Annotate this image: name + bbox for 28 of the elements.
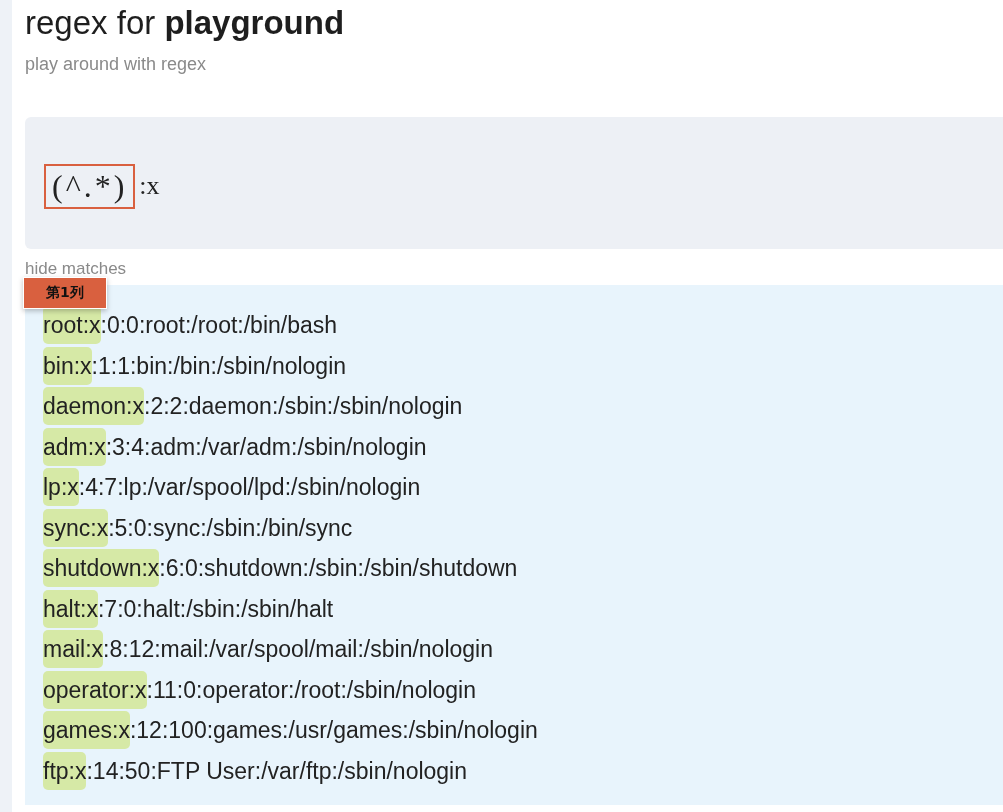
match-highlight: halt:x: [43, 589, 98, 628]
match-highlight: ftp:x: [43, 751, 87, 790]
match-highlight: games:x: [43, 711, 130, 750]
regex-literal: :x: [138, 171, 160, 201]
line-text: :7:0:halt:/sbin:/sbin/halt: [98, 594, 334, 624]
line-text: :5:0:sync:/sbin:/bin/sync: [108, 513, 353, 543]
match-highlight: adm:x: [43, 427, 106, 466]
match-highlight: shutdown:x: [43, 549, 160, 588]
line-text: :12:100:games:/usr/games:/sbin/nologin: [129, 716, 538, 746]
line-text: :6:0:shutdown:/sbin:/sbin/shutdown: [159, 554, 518, 584]
regex-group[interactable]: (^.*): [44, 163, 136, 209]
page-subtitle: play around with regex: [25, 54, 208, 75]
match-highlight: bin:x: [43, 346, 92, 385]
line-text: :3:4:adm:/var/adm:/sbin/nologin: [105, 432, 427, 462]
line-text: :0:0:root:/root:/bin/bash: [100, 311, 338, 341]
page-title: regex for playground: [25, 4, 346, 42]
match-highlight: mail:x: [43, 630, 104, 669]
match-highlight: lp:x: [43, 468, 79, 507]
line-text: :11:0:operator:/root:/sbin/nologin: [146, 675, 477, 705]
line-text: :4:7:lp:/var/spool/lpd:/sbin/nologin: [78, 473, 421, 503]
match-highlight: operator:x: [43, 670, 147, 709]
line-text: :8:12:mail:/var/spool/mail:/sbin/nologin: [103, 635, 493, 665]
match-highlight: daemon:x: [43, 387, 144, 426]
line-text: :1:1:bin:/bin:/sbin/nologin: [91, 351, 347, 381]
match-highlight: sync:x: [43, 508, 109, 547]
column-tooltip: 第1列: [23, 277, 107, 309]
line-text: :2:2:daemon:/sbin:/sbin/nologin: [144, 392, 463, 422]
line-text: :14:50:FTP User:/var/ftp:/sbin/nologin: [86, 756, 467, 786]
